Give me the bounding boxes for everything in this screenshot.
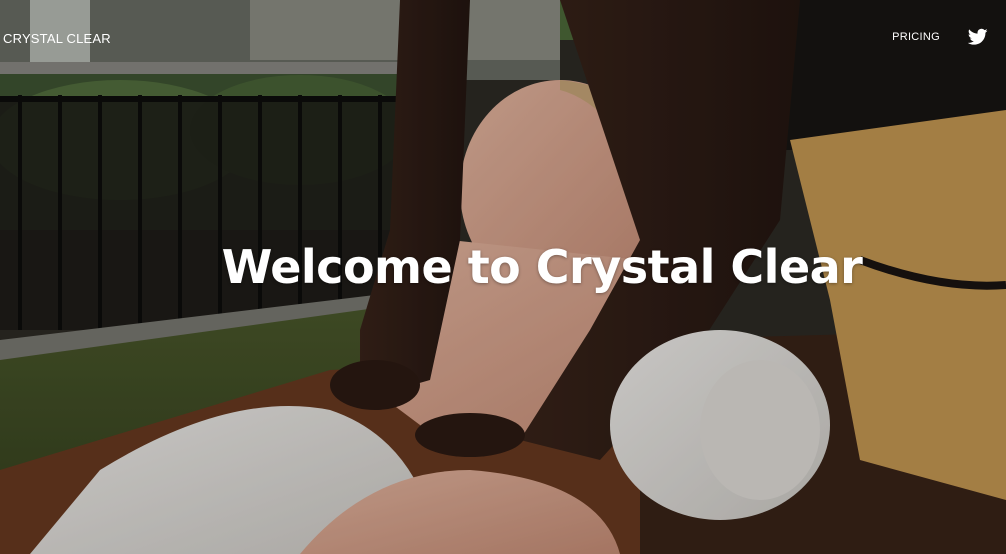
brand-logo-link[interactable]: CRYSTAL CLEAR (3, 31, 111, 46)
hero-heading: Welcome to Crystal Clear (221, 240, 863, 294)
nav-link-pricing[interactable]: PRICING (892, 31, 940, 43)
top-nav: PRICING (892, 28, 988, 46)
twitter-icon[interactable] (967, 28, 988, 46)
